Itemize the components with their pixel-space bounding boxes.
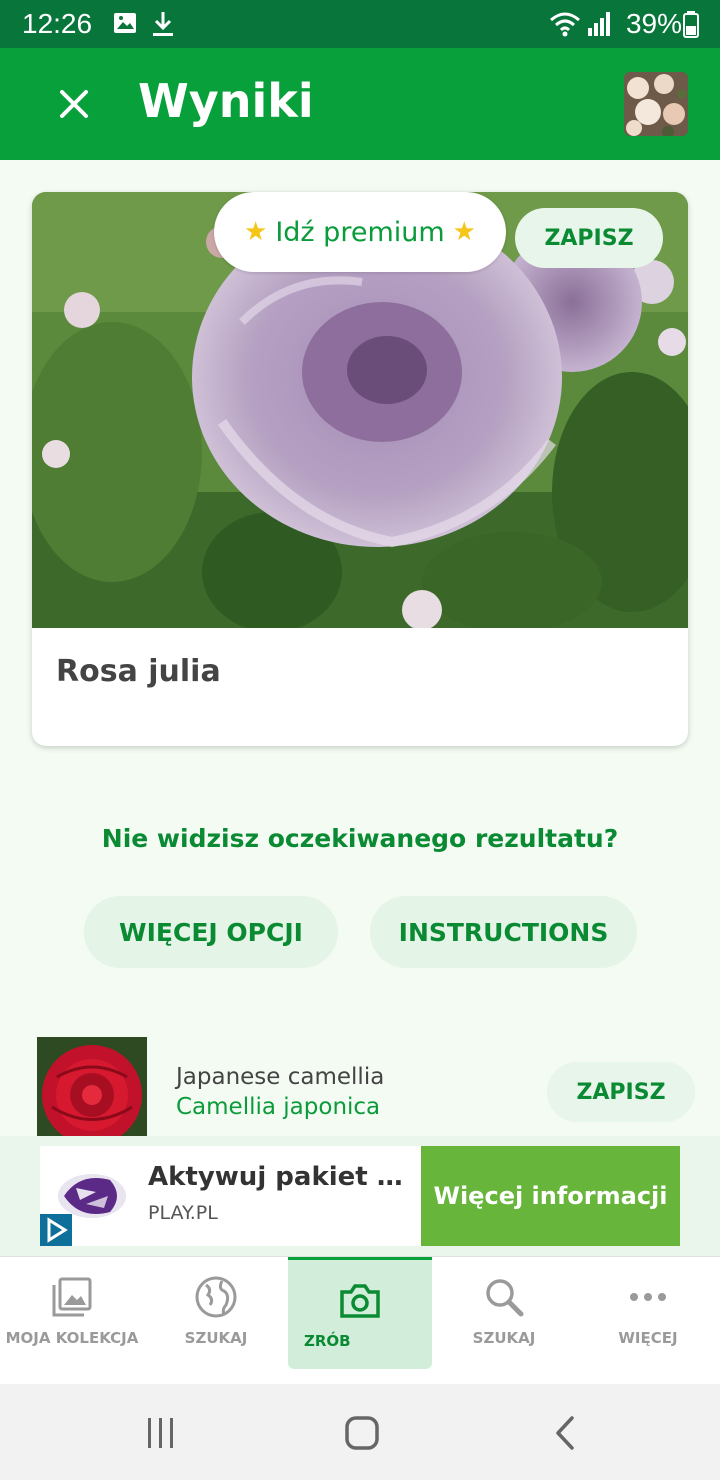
gallery-icon <box>52 1277 92 1317</box>
camera-icon <box>340 1284 380 1318</box>
battery-level: 39% <box>625 8 682 39</box>
star-icon: ★ <box>452 217 476 247</box>
save-second-result-button[interactable]: ZAPISZ <box>547 1062 695 1122</box>
image-notification-icon <box>114 13 136 33</box>
go-premium-button[interactable]: ★ Idź premium ★ <box>214 192 506 272</box>
more-options-button[interactable]: WIĘCEJ OPCJI <box>84 896 338 968</box>
wifi-icon <box>550 12 580 37</box>
nav-item-take-photo[interactable]: ZRÓB <box>288 1257 432 1369</box>
home-icon[interactable] <box>343 1414 381 1452</box>
download-notification-icon <box>153 12 173 36</box>
save-result-button[interactable]: ZAPISZ <box>515 208 663 268</box>
nav-label: ZRÓB <box>304 1332 351 1350</box>
nav-item-search[interactable]: SZUKAJ <box>432 1257 576 1369</box>
recent-apps-icon[interactable] <box>144 1416 178 1450</box>
more-icon <box>630 1293 666 1301</box>
back-icon[interactable] <box>548 1414 582 1452</box>
app-bar: Wyniki <box>0 48 720 160</box>
go-premium-label: Idź premium <box>275 216 445 248</box>
globe-icon <box>195 1276 237 1318</box>
ad-banner[interactable]: Aktywuj pakiet w P... PLAY.PL Więcej inf… <box>40 1146 680 1246</box>
nav-label: WIĘCEJ <box>618 1329 678 1347</box>
instructions-button[interactable]: INSTRUCTIONS <box>370 896 637 968</box>
star-icon: ★ <box>244 217 268 247</box>
second-result-thumbnail[interactable] <box>37 1037 147 1137</box>
ad-cta-button[interactable]: Więcej informacji <box>421 1146 680 1246</box>
signal-icon <box>588 12 610 36</box>
bottom-navigation: MOJA KOLEKCJA SZUKAJ ZRÓB SZUKAJ WIĘCEJ <box>0 1256 720 1384</box>
status-time: 12:26 <box>22 8 93 39</box>
ad-domain: PLAY.PL <box>148 1202 218 1224</box>
close-icon[interactable] <box>52 82 96 126</box>
second-result-latin-name: Camellia japonica <box>176 1094 381 1120</box>
nav-label: MOJA KOLEKCJA <box>5 1329 139 1347</box>
result-card[interactable]: Rosa julia <box>32 192 688 746</box>
nav-item-my-collection[interactable]: MOJA KOLEKCJA <box>0 1257 144 1369</box>
captured-photo-thumbnail[interactable] <box>624 72 688 136</box>
system-navigation-bar <box>0 1384 720 1480</box>
result-name: Rosa julia <box>56 654 221 689</box>
nav-item-more[interactable]: WIĘCEJ <box>576 1257 720 1369</box>
nav-item-search-globe[interactable]: SZUKAJ <box>144 1257 288 1369</box>
battery-icon <box>683 11 699 38</box>
page-title: Wyniki <box>138 74 314 128</box>
nav-label: SZUKAJ <box>184 1329 248 1347</box>
second-result-common-name: Japanese camellia <box>176 1064 385 1090</box>
not-found-question: Nie widzisz oczekiwanego rezultatu? <box>101 824 619 853</box>
search-icon <box>486 1279 524 1317</box>
nav-label: SZUKAJ <box>472 1329 536 1347</box>
ad-choices-icon[interactable] <box>40 1214 72 1246</box>
ad-headline: Aktywuj pakiet w P... <box>148 1162 412 1192</box>
status-bar: 12:26 39% <box>0 0 720 48</box>
